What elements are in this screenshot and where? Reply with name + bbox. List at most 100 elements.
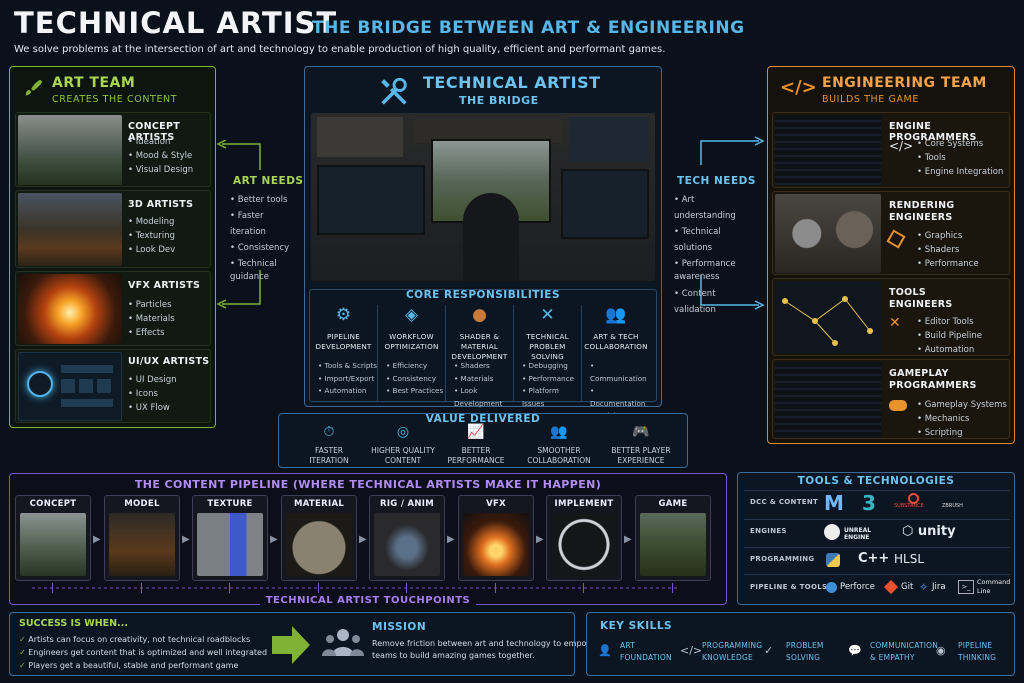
game-image (640, 513, 706, 576)
tools-row-engines: ENGINES UNREAL ENGINE ⬡ unity (744, 519, 1010, 543)
code-editor-image (775, 115, 881, 186)
stage-label: CONCEPT (29, 499, 77, 509)
vfx-image (463, 513, 529, 576)
core-column: ⚙ PIPELINE DEVELOPMENT • Tools & Scripts • I… (310, 305, 378, 401)
model-image (109, 513, 175, 576)
role-card-concept: CONCEPT ARTISTS • Ideation • Mood & Style… (15, 112, 211, 187)
artist-icon: 👤 (598, 644, 612, 657)
terminal-icon: >_ (958, 580, 974, 594)
role-items: • Particles • Materials • Effects (128, 300, 175, 338)
3dsmax-logo: 3 (862, 491, 876, 515)
eng-team-subtitle: BUILDS THE GAME (822, 94, 919, 105)
pipeline-stage: MODEL (104, 495, 180, 581)
value-label: BETTER PLAYER EXPERIENCE (611, 446, 671, 465)
substance-icon (908, 493, 919, 504)
code-icon: </> (680, 644, 703, 657)
team-icon: 👥 (605, 305, 627, 325)
art-team-title: ART TEAM (52, 75, 136, 91)
jira-icon: ⟡ (920, 580, 928, 593)
stage-label: MODEL (124, 499, 160, 509)
arrow-right-icon: ▶ (270, 534, 278, 545)
pipeline-stage: RIG / ANIM (369, 495, 445, 581)
hlsl-logo: HLSL (894, 552, 925, 566)
pipeline-stage: IMPLEMENT (546, 495, 622, 581)
cpp-logo: C++ (858, 551, 890, 566)
unreal-icon (824, 524, 840, 540)
target-icon: ◎ (396, 424, 410, 440)
role-items: • Core Systems • Tools • Engine Integratio… (917, 139, 1004, 177)
art-team-subtitle: CREATES THE CONTENT (52, 94, 178, 105)
material-image (286, 513, 352, 576)
core-column-title: WORKFLOW OPTIMIZATION (384, 332, 439, 351)
skill-label: ART FOUNDATION (620, 641, 672, 662)
arrow-right-icon: ▶ (93, 534, 101, 545)
concept-art-image (18, 115, 122, 185)
zbrush-logo: ZBRUSH (942, 503, 963, 509)
role-name: GAMEPLAY PROGRAMMERS (889, 368, 977, 391)
pipeline-stage: GAME (635, 495, 711, 581)
unreal-logo: UNREAL ENGINE (844, 527, 872, 541)
gamepad-icon: 🎮 (632, 424, 650, 440)
stage-label: IMPLEMENT (554, 499, 614, 509)
perforce-label: Perforce (840, 582, 875, 592)
core-title: CORE RESPONSIBILITIES (405, 289, 561, 301)
code-editor-image (775, 362, 881, 437)
value-label: HIGHER QUALITY CONTENT (371, 446, 435, 465)
core-column-items: • Shaders • Materials • Look Development (454, 361, 503, 408)
concept-image (20, 513, 86, 576)
workstation-image (311, 113, 655, 281)
skill-label: PROBLEM SOLVING (786, 641, 824, 662)
value-item: ◎ HIGHER QUALITY CONTENT (364, 424, 442, 466)
role-items: • Modeling • Texturing • Look Dev (128, 217, 176, 255)
stage-label: RIG / ANIM (379, 499, 435, 509)
texture-image (197, 513, 263, 576)
pipeline-title: THE CONTENT PIPELINE (WHERE TECHNICAL AR… (134, 478, 602, 491)
ui-mockup-image (18, 352, 122, 421)
role-name: TOOLS ENGINEERS (889, 287, 953, 310)
jira-label: Jira (932, 582, 946, 592)
value-item: ⏱ FASTER ITERATION (290, 424, 368, 466)
role-items: • UI Design • Icons • UX Flow (128, 375, 177, 413)
rig-image (374, 513, 440, 576)
role-items: • Graphics • Shaders • Performance (917, 231, 979, 269)
python-icon (826, 553, 840, 567)
cube-icon (886, 229, 906, 249)
role-card-3d: 3D ARTISTS • Modeling • Texturing • Look D… (15, 190, 211, 268)
page-title: TECHNICAL ARTIST (14, 6, 338, 40)
eng-team-title: ENGINEERING TEAM (822, 75, 987, 91)
role-name: RENDERING ENGINEERS (889, 200, 955, 223)
code-icon: </> (889, 139, 914, 153)
tools-icon: ✕ (540, 305, 555, 325)
gear-icon: ⚙ (335, 305, 352, 325)
skill-item: </> PROGRAMMING KNOWLEDGE (680, 640, 764, 670)
chart-up-icon: 📈 (467, 424, 485, 440)
core-column-title: ART & TECH COLLABORATION (584, 332, 648, 351)
core-column-title: SHADER & MATERIAL DEVELOPMENT (451, 332, 508, 361)
stage-label: MATERIAL (293, 499, 345, 509)
core-column-title: PIPELINE DEVELOPMENT (315, 332, 372, 351)
tech-needs-list: • Art understanding • Technical solution… (674, 195, 736, 315)
role-name: UI/UX ARTISTS (128, 356, 210, 367)
skill-label: COMMUNICATION & EMPATHY (870, 641, 939, 662)
team-icon (322, 629, 364, 656)
value-label: SMOOTHER COLLABORATION (527, 446, 591, 465)
value-item: 📈 BETTER PERFORMANCE (437, 424, 515, 466)
core-column: ✕ TECHNICAL PROBLEM SOLVING • Debugging • Pe… (514, 305, 582, 408)
key-skills-title: KEY SKILLS (600, 620, 673, 632)
substance-logo: SUBSTANCE (894, 503, 924, 509)
role-name: 3D ARTISTS (128, 199, 194, 210)
render-spheres-image (775, 194, 881, 273)
eng-card-rendering: RENDERING ENGINEERS • Graphics • Shaders • … (772, 191, 1010, 275)
core-column-items: • Debugging • Performance • Platform Issue… (522, 361, 575, 408)
tech-needs-title: TECH NEEDS (677, 175, 756, 187)
pipeline-stage: MATERIAL (281, 495, 357, 581)
arrow-right-icon: ▶ (182, 534, 190, 545)
tools-row-pipeline: PIPELINE & TOOLS Perforce Git ⟡ Jira >_ … (744, 574, 1010, 600)
tech-artist-title: TECHNICAL ARTIST (423, 73, 601, 92)
tools-row-dcc: DCC & CONTENT M 3 SUBSTANCE ZBRUSH (744, 490, 1010, 515)
arrow-right-icon: ▶ (359, 534, 367, 545)
role-items: • Editor Tools • Build Pipeline • Automati… (917, 317, 983, 355)
stopwatch-icon: ⏱ (323, 424, 335, 440)
role-name: VFX ARTISTS (128, 280, 201, 291)
eng-card-tools: TOOLS ENGINEERS ✕ • Editor Tools • Build P… (772, 278, 1010, 356)
